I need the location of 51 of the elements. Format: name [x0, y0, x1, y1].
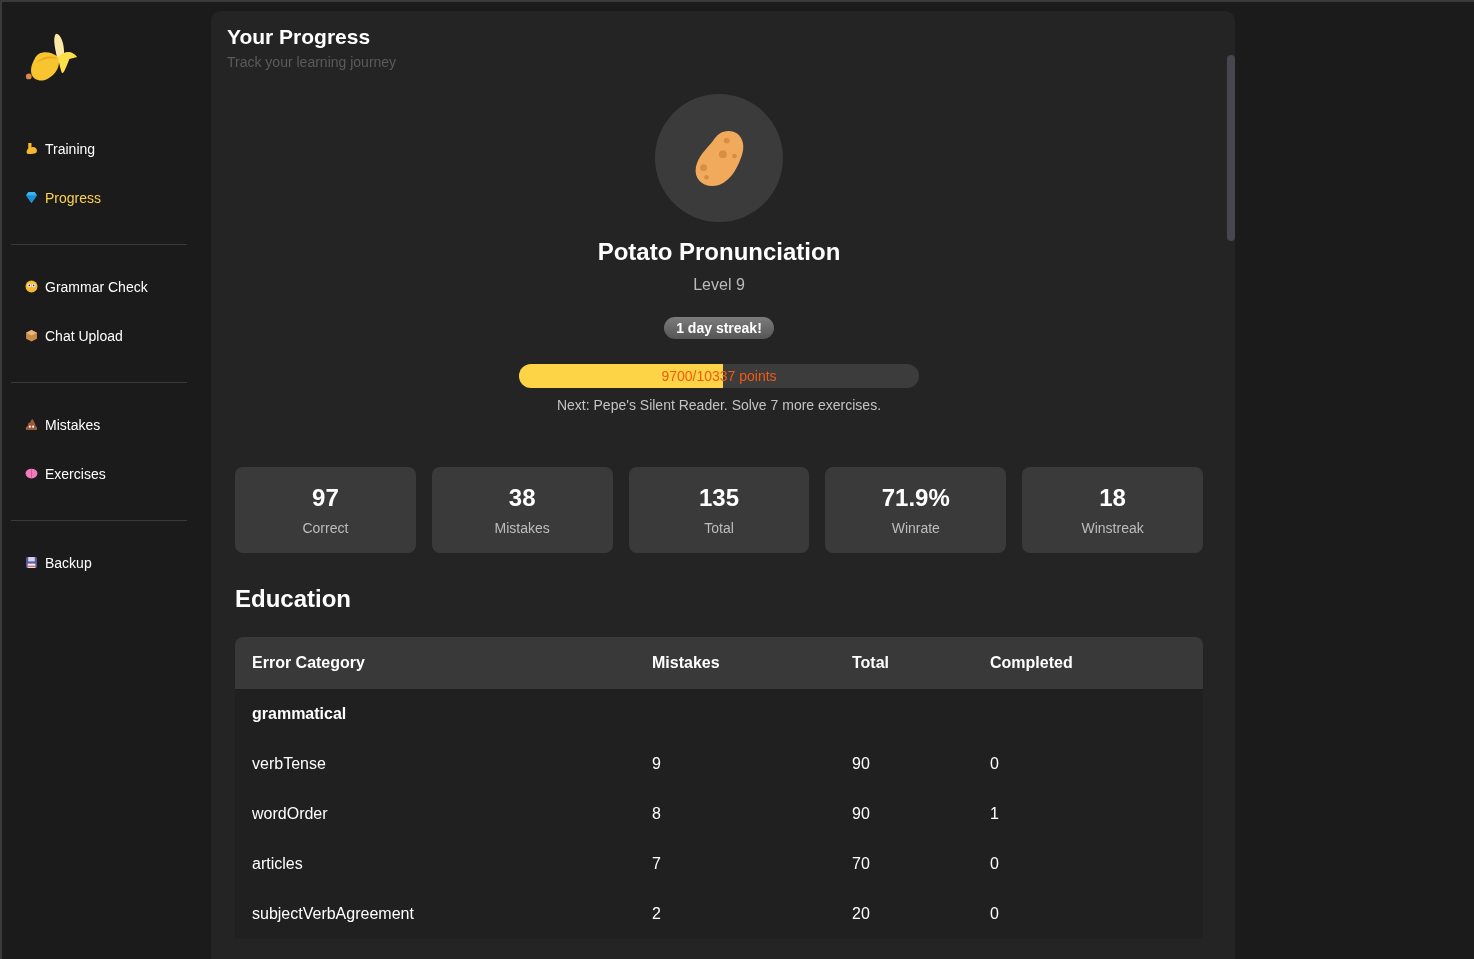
table-cell-text: 8 [651, 805, 662, 823]
table-cell-text: verbTense [251, 755, 327, 773]
arm-icon [25, 142, 38, 155]
stat-value: 135 [698, 484, 739, 512]
column-header: Completed [989, 654, 1073, 672]
table-cell-text: 70 [851, 855, 871, 873]
table-cell-text: wordOrder [251, 805, 329, 823]
table-cell-text: 90 [851, 755, 871, 773]
stat-label: Winstreak [1081, 520, 1144, 536]
nav-item[interactable]: Exercises [25, 449, 106, 498]
column-header: Total [851, 654, 891, 672]
stat-value: 97 [312, 484, 339, 512]
nav-item[interactable]: Chat Upload [25, 311, 123, 360]
streak-badge: 1 day streak! [664, 317, 774, 339]
stat-label: Mistakes [494, 520, 550, 536]
table-cell-text: 20 [851, 905, 871, 923]
scrollbar-thumb[interactable] [1227, 55, 1235, 241]
table-cell-text: articles [251, 855, 304, 873]
next-rank-text: Next: Pepe's Silent Reader. Solve 7 more exercises. [556, 397, 882, 413]
table-cell-text: 0 [989, 755, 999, 773]
table-cell-text: 9 [651, 755, 662, 773]
box-icon [25, 329, 38, 342]
table-cell-text: 0 [989, 855, 999, 873]
gem-icon [25, 191, 38, 204]
stat-value: 38 [508, 484, 536, 512]
nav-item[interactable]: Progress [25, 173, 102, 222]
category-group: grammatical [235, 705, 347, 723]
table-cell-text: 2 [651, 905, 662, 923]
stat-value: 18 [1099, 484, 1126, 512]
stat-label: Correct [302, 520, 349, 536]
face-icon [25, 280, 38, 293]
nav-item[interactable]: Grammar Check [25, 262, 148, 311]
nav-item[interactable]: Backup [25, 538, 92, 587]
stat-value: 71.9% [881, 484, 950, 512]
table-cell-text: 90 [851, 805, 871, 823]
stat-label: Total [704, 520, 734, 536]
rank-name: Potato Pronunciation [597, 238, 841, 266]
stat-label: Winrate [891, 520, 940, 536]
rank-level: Level 9 [693, 276, 745, 294]
nav-item[interactable]: Training [25, 124, 96, 173]
nav-item[interactable]: Mistakes [25, 400, 101, 449]
table-cell-text: 1 [989, 805, 999, 823]
page-title: Your Progress [227, 25, 371, 49]
column-header: Error Category [251, 654, 366, 672]
column-header: Mistakes [651, 654, 721, 672]
table-cell-text: 0 [989, 905, 999, 923]
table-cell-text: subjectVerbAgreement [251, 905, 415, 923]
section-title: Education [235, 585, 351, 613]
table-cell-text: 7 [651, 855, 662, 873]
pile-icon [25, 418, 38, 431]
brain-icon [25, 467, 38, 480]
